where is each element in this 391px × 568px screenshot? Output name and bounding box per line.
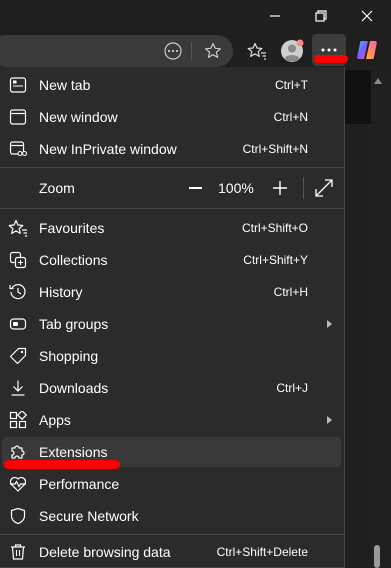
- annotation-underline-extensions: [4, 460, 120, 469]
- history-icon: [8, 282, 28, 302]
- address-divider: [191, 42, 192, 60]
- menu-item-tab-groups[interactable]: Tab groups: [2, 309, 341, 339]
- menu-item-label: Downloads: [39, 380, 109, 396]
- tab-groups-icon: [8, 314, 28, 334]
- menu-item-history[interactable]: History Ctrl+H: [2, 277, 341, 307]
- menu-item-shortcut: Ctrl+J: [276, 381, 308, 395]
- menu-item-label: New InPrivate window: [39, 141, 177, 157]
- menu-item-shortcut: Ctrl+T: [275, 78, 308, 92]
- menu-item-delete-browsing-data[interactable]: Delete browsing data Ctrl+Shift+Delete: [2, 537, 341, 567]
- close-button[interactable]: [344, 0, 390, 32]
- menu-item-label: History: [39, 284, 83, 300]
- annotation-underline-more-button: [314, 55, 348, 63]
- zoom-out-button[interactable]: [189, 187, 202, 189]
- menu-item-new-window[interactable]: New window Ctrl+N: [2, 102, 341, 132]
- menu-item-downloads[interactable]: Downloads Ctrl+J: [2, 373, 341, 403]
- download-icon: [8, 378, 28, 398]
- more-circle-icon: [164, 42, 182, 60]
- browser-toolbar: [0, 32, 391, 70]
- favourites-star-icon: [247, 42, 266, 60]
- minimize-icon: [270, 15, 280, 17]
- plus-icon: [273, 181, 287, 195]
- favourites-icon: [8, 218, 28, 238]
- star-icon: [205, 42, 221, 58]
- menu-item-label: Performance: [39, 476, 120, 492]
- more-dots-icon: [321, 48, 337, 52]
- scrollbar-track[interactable]: [371, 70, 391, 568]
- menu-item-secure-network[interactable]: Secure Network: [2, 501, 341, 531]
- new-window-icon: [8, 107, 28, 127]
- avatar-icon: [281, 39, 304, 62]
- fullscreen-button[interactable]: [313, 177, 335, 199]
- favourites-button[interactable]: [242, 36, 272, 66]
- menu-divider: [0, 167, 345, 168]
- menu-item-new-inprivate-window[interactable]: New InPrivate window Ctrl+Shift+N: [2, 134, 341, 164]
- trash-icon: [8, 542, 28, 562]
- menu-item-label: Secure Network: [39, 508, 139, 524]
- menu-item-collections[interactable]: Collections Ctrl+Shift+Y: [2, 245, 341, 275]
- reader-options-button[interactable]: [158, 36, 188, 66]
- menu-item-new-tab[interactable]: New tab Ctrl+T: [2, 70, 341, 100]
- zoom-control: Zoom 100%: [2, 173, 341, 203]
- menu-item-label: Extensions: [39, 444, 108, 460]
- minimize-button[interactable]: [252, 0, 298, 32]
- shopping-tag-icon: [8, 346, 28, 366]
- collections-icon: [8, 250, 28, 270]
- menu-item-shortcut: Ctrl+Shift+N: [242, 142, 308, 156]
- submenu-arrow-icon: [327, 416, 332, 424]
- scroll-up-arrow-icon[interactable]: [374, 78, 382, 84]
- new-tab-icon: [8, 75, 28, 95]
- menu-item-label: Tab groups: [39, 316, 109, 332]
- zoom-divider: [303, 177, 304, 199]
- inprivate-icon: [8, 139, 28, 159]
- menu-item-favourites[interactable]: Favourites Ctrl+Shift+O: [2, 213, 341, 243]
- submenu-arrow-icon: [327, 320, 332, 328]
- settings-menu: New tab Ctrl+T New window Ctrl+N New InP…: [0, 67, 345, 568]
- close-icon: [361, 10, 373, 22]
- menu-item-label: Collections: [39, 252, 108, 268]
- menu-item-shortcut: Ctrl+H: [273, 285, 308, 299]
- apps-icon: [8, 410, 28, 430]
- title-bar: [0, 0, 391, 32]
- restore-icon: [315, 10, 327, 22]
- menu-item-label: Delete browsing data: [39, 544, 171, 560]
- zoom-value: 100%: [218, 180, 254, 196]
- menu-item-shortcut: Ctrl+N: [273, 110, 308, 124]
- zoom-label: Zoom: [39, 180, 75, 196]
- menu-divider: [0, 208, 345, 209]
- menu-item-shortcut: Ctrl+Shift+Delete: [216, 545, 308, 559]
- menu-divider: [0, 534, 345, 535]
- copilot-button[interactable]: [352, 35, 382, 65]
- menu-item-label: New window: [39, 109, 118, 125]
- menu-item-label: Shopping: [39, 348, 99, 364]
- restore-button[interactable]: [298, 0, 344, 32]
- menu-item-shopping[interactable]: Shopping: [2, 341, 341, 371]
- puzzle-icon: [8, 442, 28, 462]
- menu-item-shortcut: Ctrl+Shift+O: [241, 221, 308, 235]
- scrollbar-thumb[interactable]: [374, 545, 380, 568]
- fullscreen-icon: [315, 179, 333, 197]
- heartbeat-icon: [8, 474, 28, 494]
- copilot-icon: [357, 41, 377, 59]
- menu-item-apps[interactable]: Apps: [2, 405, 341, 435]
- menu-item-label: Apps: [39, 412, 71, 428]
- menu-item-shortcut: Ctrl+Shift+Y: [243, 253, 308, 267]
- menu-item-performance[interactable]: Performance: [2, 469, 341, 499]
- zoom-in-button[interactable]: [270, 178, 290, 198]
- add-favourite-button[interactable]: [198, 36, 228, 66]
- profile-button[interactable]: [277, 36, 307, 66]
- menu-item-label: New tab: [39, 77, 91, 93]
- shield-icon: [8, 506, 28, 526]
- menu-item-label: Favourites: [39, 220, 105, 236]
